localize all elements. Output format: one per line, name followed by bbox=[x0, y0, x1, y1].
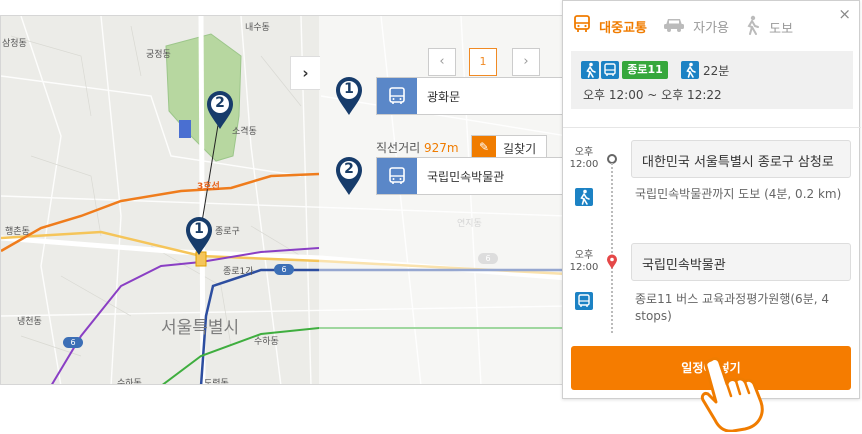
car-icon bbox=[663, 15, 685, 37]
map-label: 삼청동 bbox=[2, 39, 27, 49]
map-label: 소격동 bbox=[232, 127, 257, 137]
map-label: 수하동 bbox=[117, 379, 142, 385]
map-label: 종로구 bbox=[215, 227, 240, 237]
route-6-badge: 6 bbox=[63, 337, 83, 348]
step-ampm: 오후 bbox=[574, 147, 594, 158]
close-icon[interactable]: × bbox=[838, 5, 851, 23]
map-view[interactable]: 삼청동 궁정동 소격동 행촌동 종로구 종로1가 내수동 수하동 냉천동 수하동… bbox=[0, 15, 566, 385]
result-name: 광화문 bbox=[427, 90, 461, 104]
pin-number: 1 bbox=[194, 221, 204, 237]
step-description: 국립민속박물관까지 도보 (4분, 0.2 km) bbox=[635, 187, 842, 201]
panel-toggle-button[interactable]: › bbox=[290, 56, 320, 90]
line3-tag: 3호선 bbox=[197, 182, 220, 192]
bus-icon bbox=[377, 78, 417, 114]
map-city-label: 서울특별시 bbox=[161, 318, 240, 338]
pin-number: 1 bbox=[344, 81, 354, 97]
walk-icon bbox=[581, 61, 599, 79]
result-name: 국립민속박물관 bbox=[427, 170, 505, 184]
map-label: 궁정동 bbox=[146, 50, 171, 60]
result-pin-1: 1 bbox=[334, 76, 364, 116]
tab-car[interactable]: 자가용 bbox=[663, 15, 729, 37]
time-range: 오후 12:00 ~ 오후 12:22 bbox=[583, 88, 722, 102]
step-place[interactable]: 국립민속박물관 bbox=[631, 243, 851, 281]
map-label: 도렴동 bbox=[204, 379, 229, 385]
current-page[interactable]: 1 bbox=[469, 48, 497, 76]
distance-label: 직선거리 bbox=[376, 141, 421, 155]
tab-transit[interactable]: 대중교통 bbox=[573, 15, 647, 37]
map-pin-1[interactable]: 1 bbox=[184, 216, 214, 256]
step-time: 오후 12:00 bbox=[569, 147, 599, 171]
map-label: 종로1가 bbox=[223, 267, 254, 277]
bus-icon bbox=[575, 292, 593, 310]
walk-icon bbox=[681, 61, 699, 79]
result-item-2[interactable]: 국립민속박물관 bbox=[376, 157, 565, 195]
hand-cursor-icon bbox=[700, 357, 764, 432]
map-label: 내수동 bbox=[245, 23, 270, 33]
result-item-1[interactable]: 광화문 bbox=[376, 77, 565, 115]
walk-icon bbox=[743, 15, 761, 39]
total-duration: 22분 bbox=[703, 64, 730, 78]
bus-icon bbox=[601, 61, 619, 79]
pin-number: 2 bbox=[215, 95, 225, 111]
bus-line-badge: 종로11 bbox=[622, 61, 668, 79]
map-label: 수하동 bbox=[254, 337, 279, 347]
directions-panel: × 대중교통 자가용 도보 종로11 22분 오후 12:00 ~ 오후 12:… bbox=[562, 0, 861, 399]
location-pin-icon bbox=[607, 254, 617, 269]
result-pin-2: 2 bbox=[334, 156, 364, 196]
step-time: 오후 12:00 bbox=[569, 250, 599, 274]
walk-icon bbox=[575, 188, 593, 206]
bus-icon bbox=[377, 158, 417, 194]
tab-label: 자가용 bbox=[693, 20, 730, 36]
map-label: 행촌동 bbox=[5, 227, 30, 237]
step-ampm: 오후 bbox=[574, 250, 594, 261]
route-6-badge: 6 bbox=[274, 264, 294, 275]
map-label: 냉천동 bbox=[17, 317, 42, 327]
distance-text: 직선거리 927m bbox=[376, 139, 459, 156]
step-place[interactable]: 대한민국 서울특별시 종로구 삼청로 bbox=[631, 140, 851, 178]
timeline-line bbox=[611, 163, 613, 333]
distance-value: 927m bbox=[424, 141, 459, 155]
find-route-label: 길찾기 bbox=[503, 142, 537, 156]
find-route-button[interactable]: ✎ 길찾기 bbox=[471, 135, 547, 159]
route-summary: 종로11 22분 오후 12:00 ~ 오후 12:22 bbox=[571, 51, 853, 109]
route-icon: ✎ bbox=[472, 136, 496, 158]
step-clock: 12:00 bbox=[569, 262, 599, 273]
tab-label: 대중교통 bbox=[599, 20, 647, 36]
pond bbox=[179, 120, 191, 138]
next-page-button[interactable]: › bbox=[512, 48, 540, 76]
bus-icon bbox=[573, 15, 591, 37]
divider bbox=[563, 127, 861, 128]
prev-page-button[interactable]: ‹ bbox=[428, 48, 456, 76]
step-description: 종로11 버스 교육과정평가원행(6분, 4 stops) bbox=[635, 292, 829, 323]
tab-walk[interactable]: 도보 bbox=[743, 15, 793, 37]
step-clock: 12:00 bbox=[569, 159, 599, 170]
tab-label: 도보 bbox=[769, 21, 794, 37]
map-pin-2[interactable]: 2 bbox=[205, 90, 235, 130]
pin-number: 2 bbox=[344, 161, 354, 177]
